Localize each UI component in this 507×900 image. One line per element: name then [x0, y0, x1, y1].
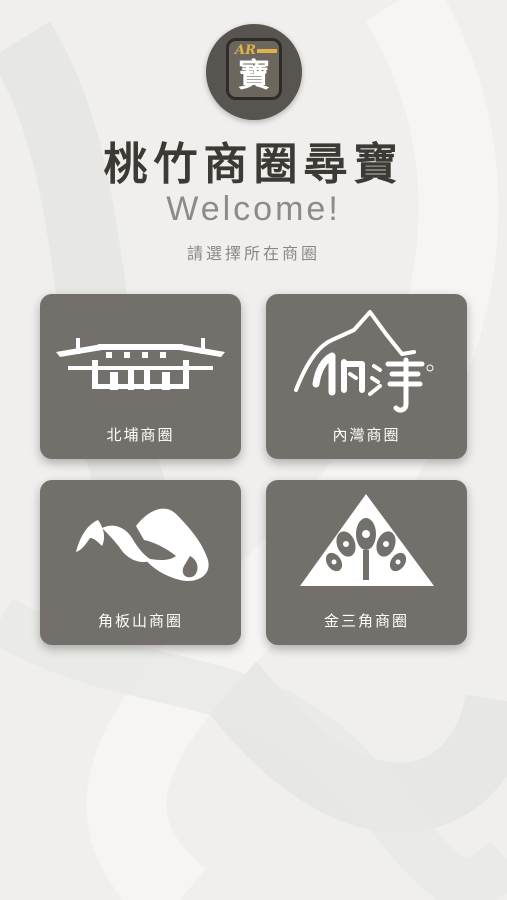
district-card-jinsanjiao[interactable]: 金三角商圈 — [266, 480, 467, 645]
ar-treasure-logo: AR 寶 — [206, 24, 302, 120]
welcome-text: Welcome! — [166, 190, 341, 228]
neiwan-mountain-icon — [294, 310, 434, 413]
district-card-neiwan[interactable]: 內灣商圈 — [266, 294, 467, 459]
logo-accent-bar — [257, 49, 277, 53]
beipu-gate-icon — [56, 338, 225, 390]
district-label: 金三角商圈 — [323, 612, 409, 630]
logo-char: 寶 — [237, 56, 270, 94]
page-title: 桃竹商圈尋寶 — [103, 139, 404, 190]
ar-treasure-logo-icon: AR 寶 — [226, 38, 282, 100]
district-label: 北埔商圈 — [106, 426, 175, 444]
select-district-prompt: 請選擇所在商圈 — [186, 244, 320, 263]
district-label: 內灣商圈 — [332, 426, 401, 444]
district-label: 角板山商圈 — [97, 612, 183, 630]
jiaobanshan-brush-icon — [76, 508, 209, 582]
jinsanjiao-triangle-icon — [300, 494, 434, 586]
district-card-beipu[interactable]: 北埔商圈 — [40, 294, 241, 459]
district-card-jiaobanshan[interactable]: 角板山商圈 — [40, 480, 241, 645]
